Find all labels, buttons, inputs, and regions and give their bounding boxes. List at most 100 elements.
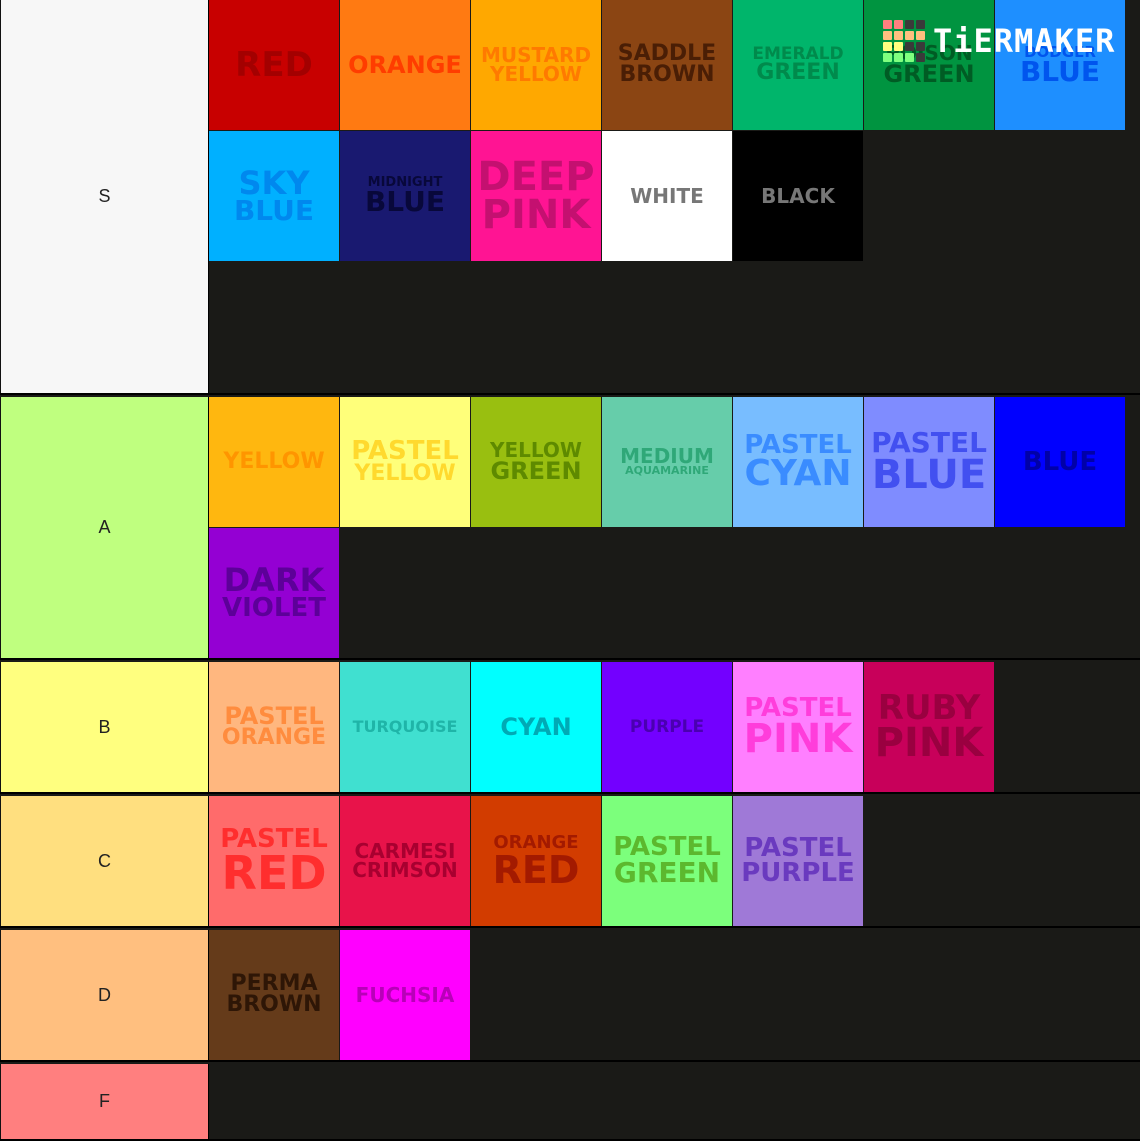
tier-item-text: CRIMSON bbox=[352, 858, 458, 882]
tier-row-d: D PERMA BROWN FUCHSIA bbox=[0, 930, 1140, 1062]
tier-item-pastel-blue[interactable]: PASTEL BLUE bbox=[864, 397, 994, 527]
tier-item-text: AQUAMARINE bbox=[625, 464, 709, 478]
logo-cell bbox=[916, 53, 925, 62]
logo-cell bbox=[916, 31, 925, 40]
tier-item-orange-red[interactable]: ORANGE RED bbox=[471, 796, 601, 926]
tier-item-text: BLUE bbox=[364, 184, 446, 218]
tier-item-text: GREEN bbox=[613, 856, 721, 890]
logo-cell bbox=[916, 20, 925, 29]
logo-cell bbox=[883, 53, 892, 62]
logo-cell bbox=[894, 53, 903, 62]
tier-item-text: RED bbox=[235, 44, 313, 85]
tier-item-text: GREEN bbox=[490, 457, 582, 486]
tier-item-saddle-brown[interactable]: SADDLE BROWN bbox=[602, 0, 732, 130]
tier-item-pastel-green[interactable]: PASTEL GREEN bbox=[602, 796, 732, 926]
tier-item-perma-brown[interactable]: PERMA BROWN bbox=[209, 930, 339, 1060]
tier-item-text: YELLOW bbox=[490, 62, 582, 86]
tier-item-text: YELLOW bbox=[354, 460, 456, 486]
tier-item-blue[interactable]: BLUE bbox=[995, 397, 1125, 527]
tier-label[interactable]: B bbox=[0, 662, 209, 792]
tier-item-fuchsia[interactable]: FUCHSIA bbox=[340, 930, 470, 1060]
tier-item-text: BLUE bbox=[871, 452, 987, 499]
logo-cell bbox=[894, 20, 903, 29]
tier-item-emerald-green[interactable]: EMERALD GREEN bbox=[733, 0, 863, 130]
logo-text: TiERMAKER bbox=[933, 22, 1116, 60]
tier-item-text: ORANGE bbox=[221, 724, 327, 750]
tier-item-text: ORANGE bbox=[348, 50, 462, 79]
tier-item-text: RED bbox=[492, 847, 580, 892]
tier-item-white[interactable]: WHITE bbox=[602, 131, 732, 261]
tier-item-text: YELLOW bbox=[223, 448, 325, 474]
tier-item-midnight-blue[interactable]: MIDNIGHT BLUE bbox=[340, 131, 470, 261]
tier-label[interactable]: C bbox=[0, 796, 209, 926]
tier-label[interactable]: D bbox=[0, 930, 209, 1060]
tier-item-ruby-pink[interactable]: RUBY PINK bbox=[864, 662, 994, 792]
tier-item-pastel-red[interactable]: PASTEL RED bbox=[209, 796, 339, 926]
tier-items bbox=[209, 1064, 1139, 1139]
tier-item-dark-violet[interactable]: DARK VIOLET bbox=[209, 528, 339, 658]
tier-item-text: WHITE bbox=[630, 183, 704, 208]
logo-cell bbox=[883, 42, 892, 51]
logo-cell bbox=[894, 42, 903, 51]
tier-item-text: DEEP bbox=[477, 154, 595, 200]
tier-item-pastel-purple[interactable]: PASTEL PURPLE bbox=[733, 796, 863, 926]
tier-item-medium-aquamarine[interactable]: MEDIUM AQUAMARINE bbox=[602, 397, 732, 527]
tier-items: PASTEL ORANGE TURQUOISE CYAN PURPLE PASTEL PIN… bbox=[209, 662, 1139, 792]
tier-item-deep-pink[interactable]: DEEP PINK bbox=[471, 131, 601, 261]
tier-item-text: BLACK bbox=[761, 183, 835, 208]
tier-item-text: PINK bbox=[743, 716, 853, 763]
tier-item-text: FUCHSIA bbox=[355, 982, 455, 1007]
tier-item-text: VIOLET bbox=[222, 592, 326, 623]
tiermaker-logo: TiERMAKER bbox=[883, 20, 1115, 62]
tier-row-c: C PASTEL RED CARMESI CRIMSON ORANGE RED PASTEL G… bbox=[0, 796, 1140, 928]
tier-item-yellow[interactable]: YELLOW bbox=[209, 397, 339, 527]
tier-item-sky-blue[interactable]: SKY BLUE bbox=[209, 131, 339, 261]
tier-item-carmesi-crimson[interactable]: CARMESI CRIMSON bbox=[340, 796, 470, 926]
tier-item-text: CYAN bbox=[500, 712, 572, 741]
tier-item-orange[interactable]: ORANGE bbox=[340, 0, 470, 130]
logo-cell bbox=[894, 31, 903, 40]
tier-item-text: BLUE bbox=[1022, 446, 1098, 477]
tier-item-cyan[interactable]: CYAN bbox=[471, 662, 601, 792]
tier-item-mustard-yellow[interactable]: MUSTARD YELLOW bbox=[471, 0, 601, 130]
tier-items: PASTEL RED CARMESI CRIMSON ORANGE RED PASTEL GR… bbox=[209, 796, 1139, 926]
tier-item-text: BROWN bbox=[226, 992, 322, 1017]
tier-item-pastel-yellow[interactable]: PASTEL YELLOW bbox=[340, 397, 470, 527]
tier-item-text: BLUE bbox=[233, 193, 315, 227]
tier-item-purple[interactable]: PURPLE bbox=[602, 662, 732, 792]
logo-grid-icon bbox=[883, 20, 925, 62]
tier-item-black[interactable]: BLACK bbox=[733, 131, 863, 261]
tier-item-pastel-cyan[interactable]: PASTEL CYAN bbox=[733, 397, 863, 527]
tier-label[interactable]: S bbox=[0, 0, 209, 393]
tier-item-yellow-green[interactable]: YELLOW GREEN bbox=[471, 397, 601, 527]
tier-items: YELLOW PASTEL YELLOW YELLOW GREEN MEDIUM AQUAM… bbox=[209, 397, 1139, 658]
logo-cell bbox=[883, 31, 892, 40]
tier-label[interactable]: F bbox=[0, 1064, 209, 1139]
logo-cell bbox=[905, 31, 914, 40]
tier-item-text: CYAN bbox=[744, 453, 852, 495]
tier-item-text: RED bbox=[221, 845, 327, 900]
tier-item-text: BLUE bbox=[1019, 54, 1101, 88]
logo-cell bbox=[883, 20, 892, 29]
tier-row-a: A YELLOW PASTEL YELLOW YELLOW GREEN MEDIUM AQUA… bbox=[0, 397, 1140, 660]
tier-item-text: TURQUOISE bbox=[352, 717, 458, 737]
tier-row-b: B PASTEL ORANGE TURQUOISE CYAN PURPLE PASTEL PI… bbox=[0, 662, 1140, 794]
tier-item-text: PURPLE bbox=[629, 716, 705, 737]
logo-cell bbox=[916, 42, 925, 51]
tier-item-text: PINK bbox=[481, 192, 591, 238]
tier-item-text: GREEN bbox=[756, 59, 840, 85]
tier-item-text: PINK bbox=[874, 720, 984, 767]
tier-item-pastel-orange[interactable]: PASTEL ORANGE bbox=[209, 662, 339, 792]
tier-label[interactable]: A bbox=[0, 397, 209, 658]
tier-item-text: GREEN bbox=[883, 60, 975, 89]
tier-board: S RED ORANGE MUSTARD YELLOW SADDLE BROWN EMERAL… bbox=[0, 0, 1140, 1141]
tier-items: PERMA BROWN FUCHSIA bbox=[209, 930, 1139, 1060]
logo-cell bbox=[905, 20, 914, 29]
tier-item-text: DARK bbox=[223, 561, 325, 600]
tier-item-text: PURPLE bbox=[741, 858, 855, 888]
tier-item-red[interactable]: RED bbox=[209, 0, 339, 130]
tier-item-pastel-pink[interactable]: PASTEL PINK bbox=[733, 662, 863, 792]
tier-item-turquoise[interactable]: TURQUOISE bbox=[340, 662, 470, 792]
logo-cell bbox=[905, 42, 914, 51]
tier-item-text: BROWN bbox=[619, 62, 715, 87]
